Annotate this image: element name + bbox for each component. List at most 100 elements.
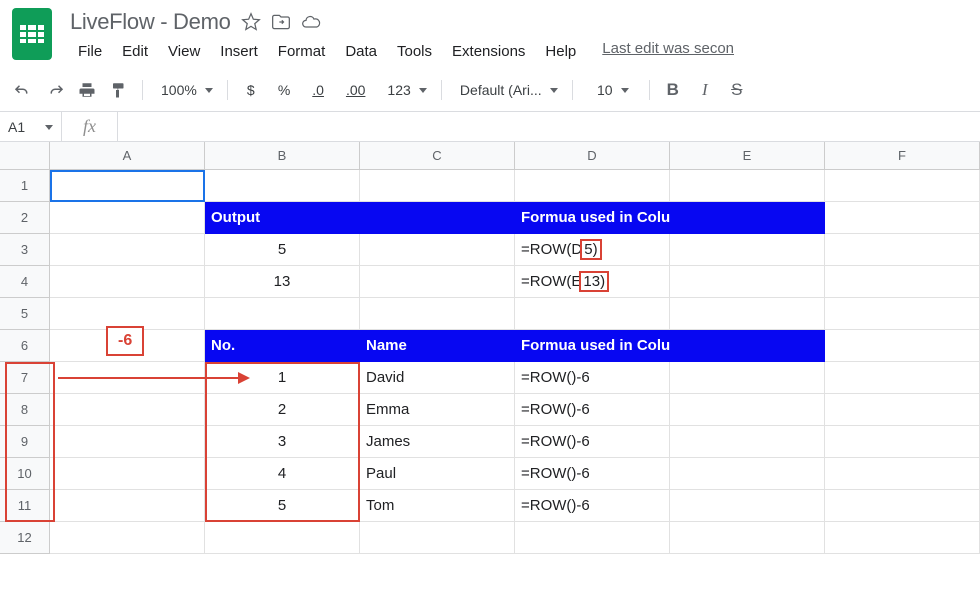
menu-format[interactable]: Format (270, 40, 334, 63)
cell-D1[interactable] (515, 170, 670, 202)
column-header-D[interactable]: D (515, 142, 670, 170)
cell-B12[interactable] (205, 522, 360, 554)
cell-F4[interactable] (825, 266, 980, 298)
cell-B8[interactable]: 2 (205, 394, 360, 426)
decrease-decimal-icon[interactable]: .0 (304, 77, 332, 103)
menu-help[interactable]: Help (537, 40, 584, 63)
cell-A7[interactable] (50, 362, 205, 394)
cell-E3[interactable] (670, 234, 825, 266)
cell-E1[interactable] (670, 170, 825, 202)
cell-F8[interactable] (825, 394, 980, 426)
cell-E10[interactable] (670, 458, 825, 490)
cell-B5[interactable] (205, 298, 360, 330)
star-icon[interactable] (241, 12, 261, 32)
cell-F6[interactable] (825, 330, 980, 362)
cell-A12[interactable] (50, 522, 205, 554)
cell-C6[interactable]: Name (360, 330, 515, 362)
cell-D5[interactable] (515, 298, 670, 330)
cell-C9[interactable]: James (360, 426, 515, 458)
cell-F3[interactable] (825, 234, 980, 266)
menu-view[interactable]: View (160, 40, 208, 63)
row-header-7[interactable]: 7 (0, 362, 50, 394)
cell-E2[interactable] (670, 202, 825, 234)
cell-B1[interactable] (205, 170, 360, 202)
cell-B7[interactable]: 1 (205, 362, 360, 394)
paint-format-icon[interactable] (106, 77, 132, 103)
cell-E12[interactable] (670, 522, 825, 554)
cell-F9[interactable] (825, 426, 980, 458)
cell-B11[interactable]: 5 (205, 490, 360, 522)
cell-D11[interactable]: =ROW()-6 (515, 490, 670, 522)
cell-B4[interactable]: 13 (205, 266, 360, 298)
percent-icon[interactable]: % (270, 77, 298, 103)
cell-F2[interactable] (825, 202, 980, 234)
menu-edit[interactable]: Edit (114, 40, 156, 63)
redo-icon[interactable] (42, 77, 68, 103)
cell-D7[interactable]: =ROW()-6 (515, 362, 670, 394)
row-header-2[interactable]: 2 (0, 202, 50, 234)
cell-D3[interactable]: =ROW(D5) (515, 234, 670, 266)
more-formats-icon[interactable]: 123 (379, 77, 430, 103)
cell-D8[interactable]: =ROW()-6 (515, 394, 670, 426)
cell-B9[interactable]: 3 (205, 426, 360, 458)
cell-C10[interactable]: Paul (360, 458, 515, 490)
column-header-F[interactable]: F (825, 142, 980, 170)
cell-F11[interactable] (825, 490, 980, 522)
row-header-12[interactable]: 12 (0, 522, 50, 554)
bold-icon[interactable]: B (660, 77, 686, 103)
cell-C4[interactable] (360, 266, 515, 298)
cell-A9[interactable] (50, 426, 205, 458)
cell-A8[interactable] (50, 394, 205, 426)
cell-C1[interactable] (360, 170, 515, 202)
cell-D12[interactable] (515, 522, 670, 554)
cell-F7[interactable] (825, 362, 980, 394)
move-icon[interactable] (271, 12, 291, 32)
menu-insert[interactable]: Insert (212, 40, 266, 63)
cloud-icon[interactable] (301, 12, 321, 32)
menu-data[interactable]: Data (337, 40, 385, 63)
cell-B2[interactable]: Output (205, 202, 360, 234)
menu-extensions[interactable]: Extensions (444, 40, 533, 63)
cell-F1[interactable] (825, 170, 980, 202)
row-header-1[interactable]: 1 (0, 170, 50, 202)
italic-icon[interactable]: I (692, 77, 718, 103)
cell-A11[interactable] (50, 490, 205, 522)
last-edit-link[interactable]: Last edit was secon (602, 40, 734, 63)
row-header-10[interactable]: 10 (0, 458, 50, 490)
menu-tools[interactable]: Tools (389, 40, 440, 63)
row-header-6[interactable]: 6 (0, 330, 50, 362)
font-select[interactable]: Default (Ari... (452, 77, 562, 103)
name-box[interactable]: A1 (0, 112, 62, 141)
cell-A2[interactable] (50, 202, 205, 234)
cell-A1[interactable] (50, 170, 205, 202)
cell-E11[interactable] (670, 490, 825, 522)
cell-E8[interactable] (670, 394, 825, 426)
select-all-corner[interactable] (0, 142, 50, 170)
row-header-9[interactable]: 9 (0, 426, 50, 458)
doc-title[interactable]: LiveFlow - Demo (70, 9, 231, 35)
column-header-C[interactable]: C (360, 142, 515, 170)
cell-A4[interactable] (50, 266, 205, 298)
cell-B10[interactable]: 4 (205, 458, 360, 490)
column-header-B[interactable]: B (205, 142, 360, 170)
zoom-select[interactable]: 100% (153, 77, 217, 103)
cell-D2[interactable]: Formua used in Column B (515, 202, 670, 234)
font-size-select[interactable]: 10 (583, 77, 639, 103)
undo-icon[interactable] (10, 77, 36, 103)
print-icon[interactable] (74, 77, 100, 103)
cell-A3[interactable] (50, 234, 205, 266)
cell-B3[interactable]: 5 (205, 234, 360, 266)
formula-bar[interactable] (118, 112, 980, 141)
cell-D4[interactable]: =ROW(E13) (515, 266, 670, 298)
row-header-4[interactable]: 4 (0, 266, 50, 298)
cell-D6[interactable]: Formua used in Column B (515, 330, 670, 362)
cell-C3[interactable] (360, 234, 515, 266)
column-header-E[interactable]: E (670, 142, 825, 170)
cell-A10[interactable] (50, 458, 205, 490)
cell-C7[interactable]: David (360, 362, 515, 394)
cell-B6[interactable]: No. (205, 330, 360, 362)
cell-C2[interactable] (360, 202, 515, 234)
cell-F5[interactable] (825, 298, 980, 330)
strikethrough-icon[interactable]: S (724, 77, 750, 103)
cell-C11[interactable]: Tom (360, 490, 515, 522)
